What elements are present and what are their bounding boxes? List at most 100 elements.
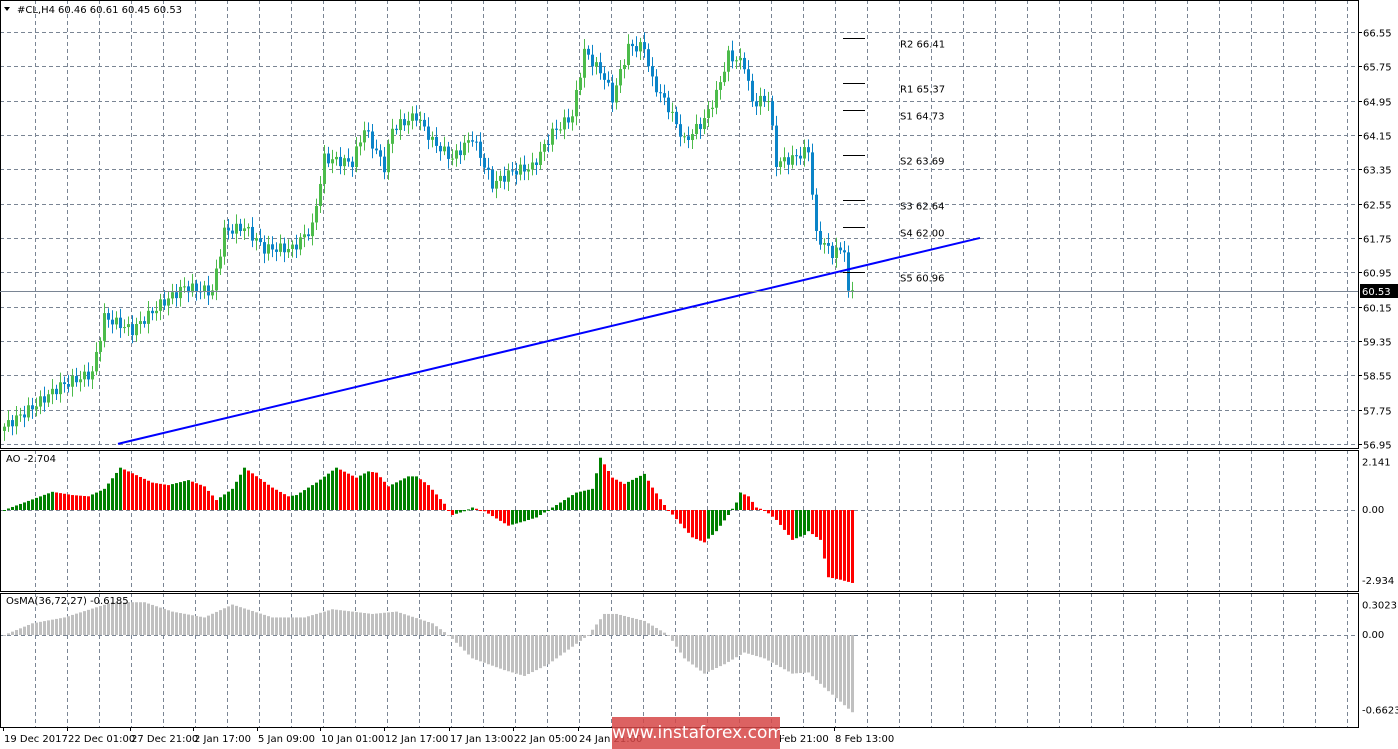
osma-bar [483,635,486,663]
osma-bar [827,635,830,692]
candle-body [803,147,806,159]
osma-bar [687,635,690,662]
osma-bar [31,623,34,635]
candle-body [155,310,158,314]
osma-bar [471,635,474,659]
ao-bar [91,494,94,510]
candle-body [783,157,786,162]
ao-bar [679,510,682,524]
candle-body [767,101,770,103]
ao-bar [831,510,834,579]
candle-body [223,227,226,257]
osma-bar [315,613,318,635]
osma-bar [851,635,854,713]
osma-bar [551,635,554,662]
candle-body [71,376,74,387]
ao-bar [79,495,82,510]
osma-bar [395,611,398,635]
candle-body [247,226,250,229]
candle-body [815,194,818,231]
candle-body [591,54,594,67]
osma-bar [107,603,110,635]
osma-bar [823,635,826,688]
ao-bar [731,508,734,510]
ao-bar [219,497,222,510]
ao-bar [835,510,838,579]
candle-body [95,351,98,372]
ao-bar [691,510,694,538]
candle-body [43,396,46,403]
ao-bar [35,497,38,510]
osma-bar [443,632,446,635]
osma-bar [303,617,306,635]
candle-body [455,150,458,159]
candle-body [719,82,722,90]
candle-body [339,156,342,167]
candle-body [151,310,154,314]
ao-bar [275,489,278,510]
osma-bar [23,626,26,635]
osma-bar [123,602,126,635]
ao-bar [347,473,350,510]
osma-bar [583,635,586,638]
ao-bar [115,472,118,510]
candle-body [519,164,522,175]
ao-bar [603,464,606,510]
osma-bar [147,603,150,635]
candle-body [707,109,710,119]
candle-body [347,158,350,162]
candle-body [799,155,802,159]
candle-body [259,238,262,243]
trading-chart[interactable]: R2 66.41 R1 65.37 S1 64.73 S2 63.69 S3 62.64… [0,0,1398,749]
candle-body [507,170,510,182]
ao-bar [103,488,106,510]
trendline[interactable] [117,236,981,445]
candle-body [35,406,38,410]
osma-bar [83,611,86,635]
dropdown-arrow-icon[interactable] [4,7,10,11]
candle-body [675,111,678,125]
osma-bar [203,617,206,635]
osma-bar [227,606,230,635]
candle-body [679,124,682,137]
candle-body [635,46,638,52]
indicator-tick-label: 2.141 [1362,458,1391,469]
ao-bar [207,490,210,510]
pivot-label: S4 62.00 [900,229,945,240]
osma-bar [431,623,434,635]
osma-bar [435,626,438,635]
candle-body [683,136,686,138]
ao-bar [783,510,786,530]
ao-bar [363,473,366,510]
ao-bar [751,501,754,510]
ao-title: AO -2.704 [6,454,56,465]
osma-bar [503,635,506,671]
osma-bar [75,613,78,635]
ao-bar [455,510,458,514]
osma-bar [339,610,342,635]
osma-bar [267,616,270,635]
osma-bar [451,635,454,639]
ao-bar [203,486,206,510]
osma-bar [563,635,566,653]
candle-body [335,156,338,160]
ao-bar [131,473,134,510]
osma-bar [55,618,58,635]
pivot-label: S3 62.64 [900,202,945,213]
ao-bar [63,493,66,510]
osma-bar [59,618,62,635]
osma-bar [327,610,330,635]
ao-bar [527,510,530,520]
ao-bar [511,510,514,525]
osma-bar [699,635,702,671]
candle-body [655,76,658,93]
osma-bar [651,625,654,635]
ao-bar [299,492,302,510]
candle-body [99,340,102,352]
candle-body [395,128,398,131]
candle-body [603,73,606,80]
ao-bar [539,510,542,515]
candle-body [467,140,470,143]
candle-body [103,313,106,341]
ao-bar [743,494,746,510]
